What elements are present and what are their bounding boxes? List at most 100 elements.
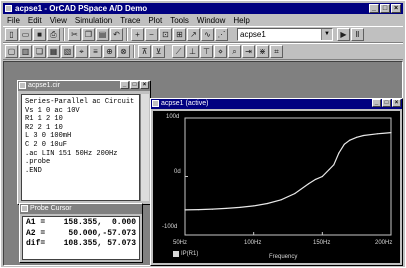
menu-plot[interactable]: Plot bbox=[144, 15, 166, 26]
probe-plot-window[interactable]: acpse1 (active) _ □ × 100d 0d -100d 50Hz… bbox=[150, 98, 403, 266]
probe-title: acpse1 (active) bbox=[161, 100, 209, 107]
cascade-icon[interactable]: ❏ bbox=[33, 45, 46, 58]
performance-icon[interactable]: ⋰ bbox=[215, 28, 228, 41]
x-tick-label: 150Hz bbox=[313, 240, 331, 246]
minimize-icon[interactable]: _ bbox=[120, 81, 129, 89]
cursor-next-icon[interactable]: ⇥ bbox=[242, 45, 255, 58]
menu-tools[interactable]: Tools bbox=[166, 15, 193, 26]
cursor-min-icon[interactable]: ⊥ bbox=[186, 45, 199, 58]
cursor-trough-icon[interactable]: ⊻ bbox=[152, 45, 165, 58]
probe-cursor-window[interactable]: Probe Cursor A1 = 158.355, 0.000 A2 = 50… bbox=[19, 203, 143, 263]
netlist-scrollbar[interactable] bbox=[140, 94, 149, 201]
cursor-label: A2 = bbox=[26, 228, 46, 238]
menu-bar: File Edit View Simulation Trace Plot Too… bbox=[3, 15, 403, 26]
cursor-search-icon[interactable]: ⌕ bbox=[228, 45, 241, 58]
probe-chart[interactable] bbox=[153, 111, 400, 263]
toolbar-separator bbox=[63, 28, 65, 41]
data-point bbox=[225, 207, 227, 210]
cursor-point-icon[interactable]: ⋄ bbox=[214, 45, 227, 58]
legend-marker bbox=[173, 251, 179, 257]
cursor-peak-icon[interactable]: ⊼ bbox=[138, 45, 151, 58]
close-icon[interactable]: × bbox=[391, 4, 401, 13]
netlist-line: L 3 0 100mH bbox=[25, 132, 72, 141]
zoom-fit-icon[interactable]: ⊞ bbox=[173, 28, 186, 41]
add-trace-icon[interactable]: ⊕ bbox=[103, 45, 116, 58]
undo-icon[interactable]: ↶ bbox=[110, 28, 123, 41]
netlist-line: C 2 0 10uF bbox=[25, 140, 68, 149]
zoom-out-icon[interactable]: − bbox=[145, 28, 158, 41]
netlist-title-bar[interactable]: acpse1.cir _ □ × bbox=[18, 81, 150, 91]
simulation-profile-select[interactable]: acpse1 ▼ bbox=[237, 28, 333, 41]
minimize-icon[interactable]: _ bbox=[369, 4, 379, 13]
cursor-label-icon[interactable]: ⌗ bbox=[270, 45, 283, 58]
add-plot-icon[interactable]: ▦ bbox=[47, 45, 60, 58]
menu-help[interactable]: Help bbox=[229, 15, 253, 26]
paste-icon[interactable]: ▤ bbox=[96, 28, 109, 41]
copy-icon[interactable]: ❐ bbox=[82, 28, 95, 41]
app-window: acpse1 - OrCAD PSpace A/D Demo _ □ × Fil… bbox=[0, 0, 406, 268]
fft-icon[interactable]: ∿ bbox=[201, 28, 214, 41]
zoom-in-icon[interactable]: + bbox=[131, 28, 144, 41]
toolbar-separator bbox=[126, 28, 128, 41]
simulation-profile-value: acpse1 bbox=[240, 30, 266, 39]
pause-icon[interactable]: Ⅱ bbox=[351, 28, 364, 41]
mark-label-icon[interactable]: ≡ bbox=[89, 45, 102, 58]
title-bar: acpse1 - OrCAD PSpace A/D Demo _ □ × bbox=[3, 3, 403, 14]
maximize-icon[interactable]: □ bbox=[380, 4, 390, 13]
close-icon[interactable]: × bbox=[140, 81, 149, 89]
probe-title-bar[interactable]: acpse1 (active) _ □ × bbox=[151, 99, 402, 109]
close-icon[interactable]: × bbox=[392, 99, 401, 107]
add-y-axis-icon[interactable]: ▧ bbox=[61, 45, 74, 58]
window-controls: _ □ × bbox=[369, 4, 401, 13]
mark-data-icon[interactable]: ⋇ bbox=[256, 45, 269, 58]
app-icon bbox=[5, 5, 12, 12]
cursor-label: A1 = bbox=[26, 218, 46, 227]
x-tick-label: 50Hz bbox=[173, 240, 188, 246]
eval-goal-icon[interactable]: ⊗ bbox=[117, 45, 130, 58]
log-x-icon[interactable]: ↗ bbox=[187, 28, 200, 41]
open-icon[interactable]: ▭ bbox=[19, 28, 32, 41]
run-icon[interactable]: ▶ bbox=[337, 28, 350, 41]
minimize-icon[interactable]: _ bbox=[372, 99, 381, 107]
netlist-window[interactable]: acpse1.cir _ □ × Series-Parallel ac Circ… bbox=[17, 80, 151, 205]
print-icon[interactable]: ⎙ bbox=[47, 28, 60, 41]
maximize-icon[interactable]: □ bbox=[130, 81, 139, 89]
netlist-line: .probe bbox=[25, 158, 51, 167]
toggle-cursor-icon[interactable]: ⌖ bbox=[75, 45, 88, 58]
menu-edit[interactable]: Edit bbox=[24, 15, 46, 26]
x-tick-label: 200Hz bbox=[375, 240, 393, 246]
cursor-slope-icon[interactable]: ⟋ bbox=[172, 45, 185, 58]
cursor-x-value: 108.355, bbox=[63, 239, 102, 248]
window-icon[interactable]: ▢ bbox=[5, 45, 18, 58]
cursor-max-icon[interactable]: ⊤ bbox=[200, 45, 213, 58]
cursor-row: A2 = 50.000, -57.073 bbox=[26, 229, 136, 240]
netlist-text[interactable]: Series-Parallel ac Circuit Vs 1 0 ac 10V… bbox=[21, 94, 140, 201]
netlist-line: R2 2 1 10 bbox=[25, 123, 63, 132]
chevron-down-icon[interactable]: ▼ bbox=[321, 29, 332, 40]
probe-window-controls: _ □ × bbox=[372, 99, 401, 107]
menu-view[interactable]: View bbox=[46, 15, 71, 26]
save-icon[interactable]: ■ bbox=[33, 28, 46, 41]
legend-label[interactable]: IP(R1) bbox=[181, 251, 198, 258]
tile-icon[interactable]: ▥ bbox=[19, 45, 32, 58]
data-point bbox=[294, 192, 296, 195]
menu-trace[interactable]: Trace bbox=[116, 15, 144, 26]
new-icon[interactable]: ▯ bbox=[5, 28, 18, 41]
cursor-title: Probe Cursor bbox=[30, 205, 72, 212]
data-point bbox=[211, 208, 214, 210]
menu-simulation[interactable]: Simulation bbox=[71, 15, 116, 26]
document-icon bbox=[19, 82, 26, 89]
cursor-y-value: 0.000 bbox=[111, 218, 136, 227]
plot-area[interactable]: 100d 0d -100d 50Hz 100Hz 150Hz 200Hz IP(… bbox=[153, 111, 400, 263]
menu-window[interactable]: Window bbox=[193, 15, 229, 26]
series-line-IP(R1) bbox=[184, 132, 392, 211]
cursor-icon bbox=[21, 205, 28, 212]
menu-file[interactable]: File bbox=[3, 15, 24, 26]
zoom-area-icon[interactable]: ⊡ bbox=[159, 28, 172, 41]
cut-icon[interactable]: ✂ bbox=[68, 28, 81, 41]
maximize-icon[interactable]: □ bbox=[382, 99, 391, 107]
cursor-row: A1 = 158.355, 0.000 bbox=[26, 218, 136, 229]
netlist-window-controls: _ □ × bbox=[120, 81, 149, 89]
netlist-title: acpse1.cir bbox=[28, 82, 60, 89]
cursor-title-bar[interactable]: Probe Cursor bbox=[20, 204, 142, 214]
